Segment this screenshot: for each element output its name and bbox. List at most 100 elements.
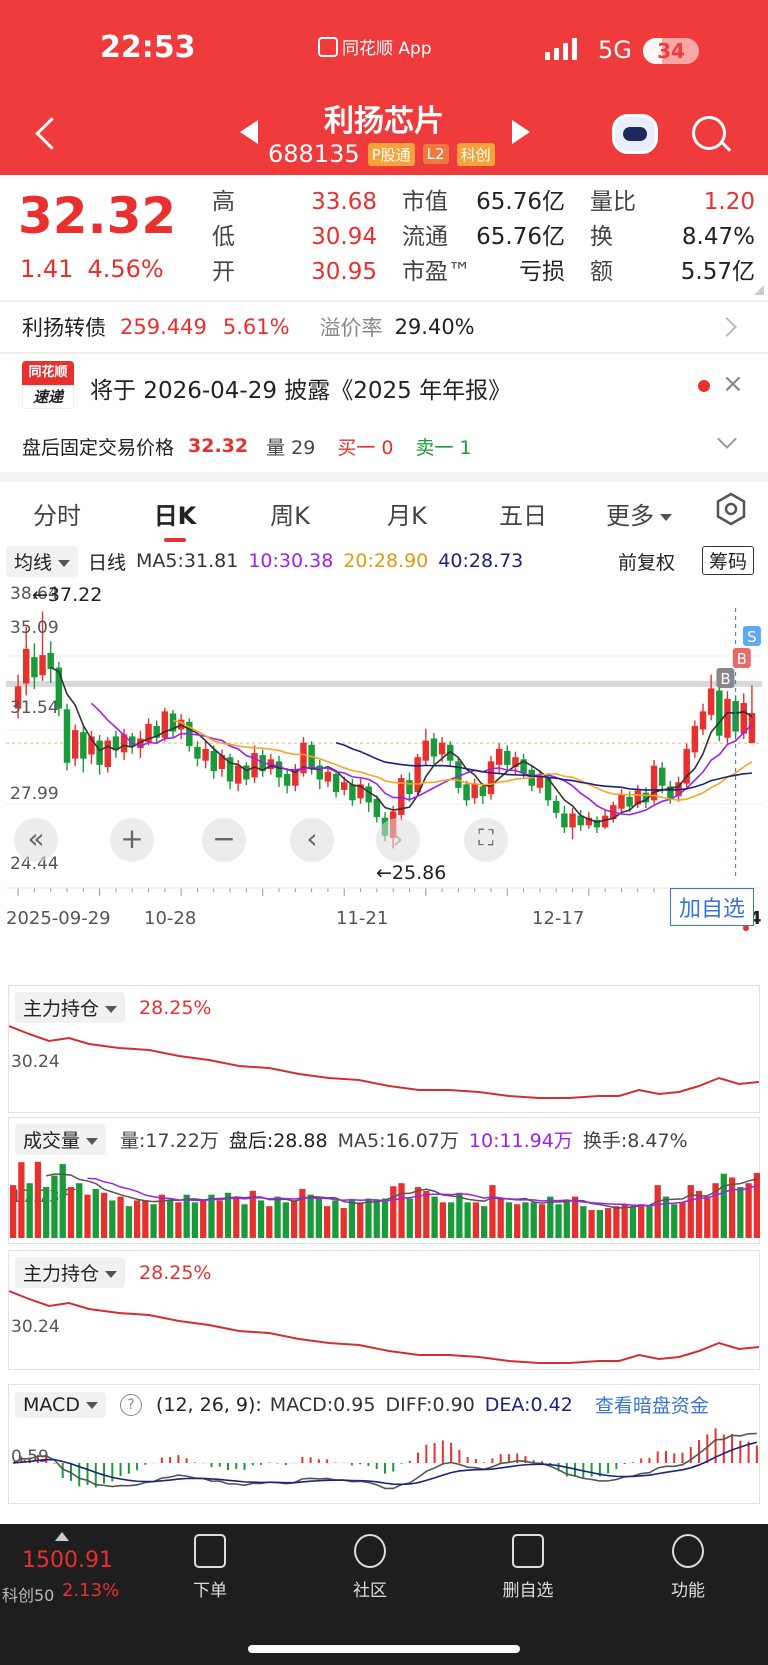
- volume-bar: [183, 1194, 190, 1238]
- triangle-up-icon: [55, 1532, 69, 1541]
- quote-low: 30.94: [311, 224, 377, 250]
- ma-select-label: 均线: [14, 551, 53, 574]
- tab-intraday[interactable]: 分时: [12, 496, 102, 531]
- candle-body: [31, 657, 38, 678]
- tab-five-day[interactable]: 五日: [478, 496, 568, 531]
- candle-fill: [203, 749, 209, 761]
- tab-weekly-k[interactable]: 周K: [245, 496, 335, 531]
- scroll-right-button[interactable]: ›: [376, 818, 420, 862]
- bond-premium: 29.40%: [394, 315, 475, 339]
- candle-body: [430, 738, 438, 757]
- quote-key: 市盈™: [402, 259, 471, 285]
- robot-assistant-icon[interactable]: [612, 114, 658, 154]
- expand-corner-icon[interactable]: [754, 285, 764, 295]
- network-type: 5G: [598, 36, 632, 64]
- x-label: 2025-09-29: [6, 908, 111, 929]
- main-position-panel[interactable]: 主力持仓 28.25% 30.24: [8, 985, 760, 1113]
- candle-fill: [602, 816, 608, 827]
- volume-bar: [216, 1200, 223, 1238]
- chips-button[interactable]: 筹码: [702, 546, 755, 575]
- x-label: 11-21: [336, 908, 389, 929]
- volume-bar: [588, 1209, 595, 1238]
- candle-body: [373, 798, 381, 817]
- candle-body: [716, 690, 723, 736]
- close-icon[interactable]: ×: [722, 371, 744, 397]
- functions-button[interactable]: 功能: [638, 1534, 738, 1601]
- volume-panel[interactable]: 成交量 量:17.22万 盘后:28.88 MA5:16.07万 10:11.9…: [8, 1117, 761, 1244]
- candle-body: [80, 732, 87, 759]
- caret-down-icon: [58, 559, 71, 567]
- bottom-toolbar: 1500.91 科创50 2.13% 下单 社区 删自选 功能: [0, 1524, 768, 1665]
- volume-bar: [687, 1185, 694, 1238]
- volume-bar: [398, 1183, 405, 1238]
- hexagon-settings-icon[interactable]: [714, 492, 748, 526]
- add-to-watchlist-button[interactable]: 加自选: [670, 888, 755, 926]
- top-header: 22:53 同花顺 App 5G 34 利扬芯片 688135 P股通 L2 科…: [0, 0, 768, 175]
- volume-bar: [290, 1200, 298, 1238]
- community-button[interactable]: 社区: [320, 1534, 420, 1601]
- divider: [0, 352, 768, 354]
- candle-fill: [40, 655, 46, 675]
- volume-bar: [117, 1196, 124, 1238]
- notice-banner[interactable]: 同花顺 速递 将于 2026-04-29 披露《2025 年年报》 ×: [0, 355, 768, 415]
- volume-bar: [142, 1200, 149, 1238]
- tab-more[interactable]: 更多: [594, 496, 684, 531]
- price-adjust-button[interactable]: 前复权: [618, 548, 675, 575]
- volume-bar: [18, 1162, 25, 1238]
- price-change: 1.41 4.56%: [20, 255, 178, 283]
- prev-stock-button[interactable]: [240, 120, 258, 144]
- volume-bar: [530, 1202, 537, 1238]
- order-label: 下单: [193, 1581, 227, 1601]
- remove-watchlist-button[interactable]: 删自选: [478, 1534, 578, 1601]
- main-position-panel-2[interactable]: 主力持仓 28.25% 30.24: [8, 1250, 760, 1370]
- candle-fill: [439, 743, 445, 754]
- tab-daily-k[interactable]: 日K: [130, 496, 220, 531]
- after-hours-row[interactable]: 盘后固定交易价格 32.32 量 29 买一 0 卖一 1: [0, 420, 768, 472]
- star-badge-icon: [354, 1534, 386, 1568]
- zoom-out-button[interactable]: −: [202, 818, 246, 862]
- tab-monthly-k[interactable]: 月K: [362, 496, 452, 531]
- community-label: 社区: [353, 1581, 387, 1601]
- fullscreen-icon[interactable]: ⛶: [464, 818, 508, 862]
- ma10-value: 10:30.38: [248, 550, 334, 572]
- volume-bar: [481, 1206, 488, 1238]
- ma-bar: 均线 日线 MA5:31.81 10:30.38 20:28.90 40:28.…: [6, 544, 762, 578]
- volume-bar: [340, 1208, 347, 1238]
- candle-fill: [23, 649, 29, 683]
- candlestick-svg: SBB: [6, 608, 762, 931]
- ma-select-dropdown[interactable]: 均线: [6, 545, 79, 577]
- candle-body: [283, 773, 291, 786]
- candle-body: [243, 765, 250, 780]
- volume-bar: [522, 1202, 529, 1238]
- order-button[interactable]: 下单: [160, 1534, 260, 1601]
- quote-amount: 5.57亿: [680, 259, 755, 285]
- volume-bar: [324, 1206, 331, 1238]
- candle-body: [210, 750, 217, 772]
- after-hours-price: 32.32: [188, 435, 249, 457]
- next-stock-button[interactable]: [512, 120, 530, 144]
- scroll-left-button[interactable]: ‹: [290, 818, 334, 862]
- macd-panel[interactable]: MACD ? (12, 26, 9): MACD:0.95 DIFF:0.90 …: [8, 1384, 761, 1504]
- collapse-left-button[interactable]: «: [14, 818, 58, 862]
- badge-l2: L2: [422, 144, 449, 164]
- index-value[interactable]: 1500.91: [22, 1548, 113, 1573]
- tab-more-label: 更多: [606, 502, 654, 530]
- volume-bar: [621, 1204, 628, 1238]
- index-percent: 2.13%: [62, 1580, 120, 1601]
- volume-bar: [175, 1202, 182, 1238]
- caret-down-icon: [660, 513, 672, 521]
- volume-bar: [489, 1185, 496, 1238]
- bond-premium-label: 溢价率: [319, 316, 383, 340]
- stock-code: 688135: [268, 140, 360, 168]
- zoom-in-button[interactable]: +: [110, 818, 154, 862]
- volume-bar: [704, 1196, 711, 1238]
- volume-bar: [629, 1206, 637, 1238]
- convertible-bond-row[interactable]: 利扬转债 259.449 5.61% 溢价率 29.40%: [0, 302, 768, 352]
- home-indicator: [248, 1645, 520, 1653]
- candle-fill: [72, 730, 78, 758]
- candlestick-chart[interactable]: SBB 38.64 35.09 31.54 27.99 24.44 ←37.22…: [6, 578, 762, 938]
- search-icon[interactable]: [692, 116, 726, 150]
- candle-body: [577, 815, 584, 826]
- functions-label: 功能: [671, 1581, 705, 1601]
- volume-bar: [150, 1204, 157, 1238]
